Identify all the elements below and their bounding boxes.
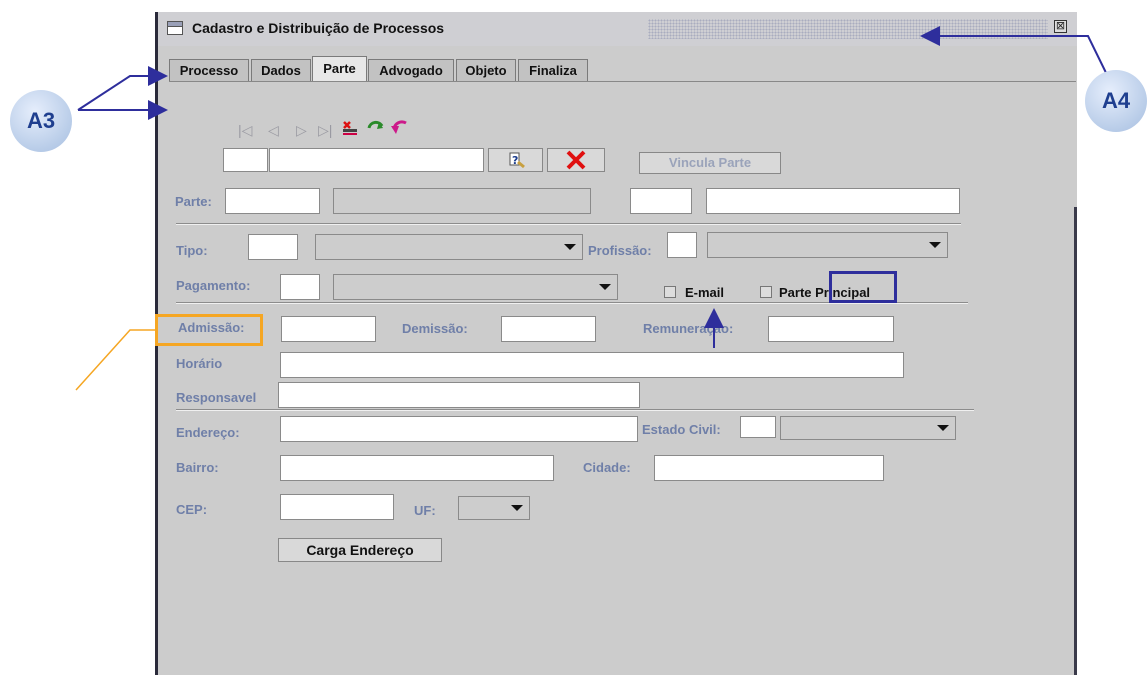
a4-arrow-titlebar [920, 26, 1113, 86]
admissao-arrow [75, 329, 156, 391]
a3-arrow-tabs [77, 66, 168, 111]
annotation-arrows [75, 26, 1113, 391]
callout-a3: A3 [10, 90, 72, 152]
callout-a4: A4 [1085, 70, 1147, 132]
